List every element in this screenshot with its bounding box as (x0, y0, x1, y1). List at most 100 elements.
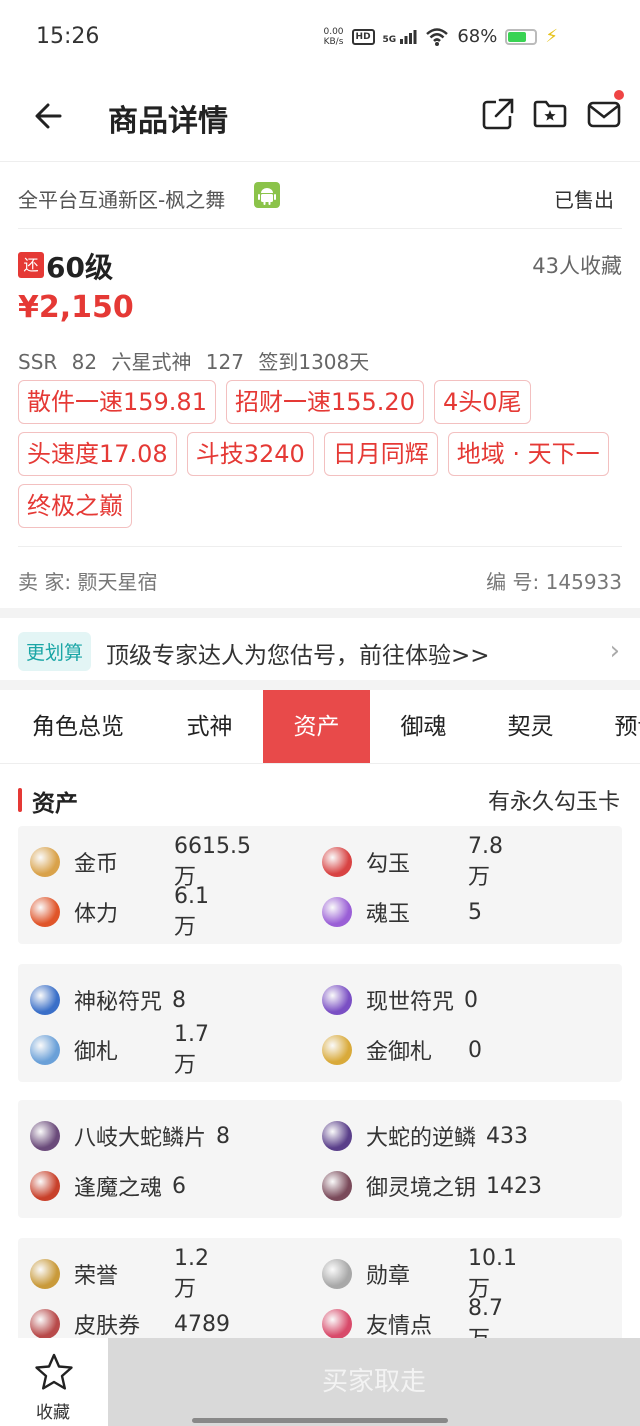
reverse-scale-icon (322, 1121, 352, 1151)
soul-jade-icon (322, 897, 352, 927)
mystery-charm-icon (30, 985, 60, 1015)
level-text: 60级 (46, 251, 113, 284)
net-speed: 0.00 KB/s (323, 27, 343, 47)
skin-ticket-icon (30, 1309, 60, 1339)
tab-shikigami[interactable]: 式神 (156, 690, 263, 763)
battery-percent: 68% (457, 26, 498, 47)
asset-item: 勋章 10.1万 (322, 1246, 517, 1302)
tab-preset[interactable]: 预设 (584, 690, 640, 763)
favorite-button[interactable]: 收藏 (0, 1338, 106, 1426)
asset-value: 5 (468, 899, 482, 925)
message-icon (587, 101, 621, 128)
bottom-bar: 收藏 买家取走 (0, 1338, 640, 1426)
honor-icon (30, 1259, 60, 1289)
amulet-icon (30, 1035, 60, 1065)
demon-soul-icon (30, 1171, 60, 1201)
coin-icon (30, 847, 60, 877)
medal-icon (322, 1259, 352, 1289)
seller-label: 卖 家: (18, 570, 72, 594)
asset-value: 7.8万 (468, 833, 503, 890)
seller-row: 卖 家: 颢天星宿 编 号: 145933 (18, 566, 622, 595)
promo-badge: 更划算 (18, 632, 92, 671)
tab-assets[interactable]: 资产 (263, 690, 370, 763)
divider (18, 228, 622, 229)
back-button[interactable] (30, 96, 70, 136)
asset-label: 御灵境之钥 (366, 1176, 477, 1201)
asset-item: 御札 1.7万 (30, 1022, 209, 1078)
net-speed-unit: KB/s (323, 36, 344, 47)
asset-item: 大蛇的逆鳞 433 (322, 1118, 528, 1154)
signal-label: 5G (382, 34, 397, 45)
collection-button[interactable] (532, 96, 568, 132)
asset-item: 金御札 0 (322, 1032, 482, 1068)
back-arrow-icon (35, 103, 62, 129)
section-gap (0, 680, 640, 690)
tag-list: 散件一速159.81 招财一速155.20 4头0尾 头速度17.08 斗技32… (18, 380, 622, 528)
asset-label: 体力 (74, 902, 119, 927)
page-title: 商品详情 (108, 104, 228, 139)
asset-item: 八岐大蛇鳞片 8 (30, 1118, 230, 1154)
share-button[interactable] (480, 96, 516, 132)
tag: 地域 · 天下一 (447, 432, 609, 476)
tab-soul[interactable]: 御魂 (370, 690, 477, 763)
divider (18, 546, 622, 547)
header: 商品详情 (0, 72, 640, 162)
favorite-label: 收藏 (36, 1403, 70, 1423)
battery-level (508, 31, 527, 42)
level-row: 还 60级 43人收藏 (18, 246, 622, 286)
id-label: 编 号: (486, 570, 540, 594)
server-row: 全平台互通新区-枫之舞 已售出 (18, 180, 622, 220)
asset-value: 6615.5万 (174, 833, 251, 890)
asset-value: 6 (172, 1173, 187, 1199)
asset-label: 八岐大蛇鳞片 (74, 1126, 207, 1151)
asset-label: 友情点 (366, 1314, 433, 1339)
status-badge: 已售出 (554, 188, 614, 212)
asset-item: 金币 6615.5万 (30, 834, 251, 890)
asset-value: 8 (172, 987, 187, 1013)
asset-item: 友情点8.7万 (322, 1296, 503, 1352)
orochi-scale-icon (30, 1121, 60, 1151)
asset-item: 皮肤券 4789 (30, 1306, 230, 1342)
asset-label: 现世符咒 (366, 990, 455, 1015)
seller-name: 颢天星宿 (77, 570, 158, 594)
net-speed-value: 0.00 (323, 26, 344, 37)
tab-contract[interactable]: 契灵 (477, 690, 584, 763)
asset-item: 体力 6.1万 (30, 884, 209, 940)
wifi-icon (426, 27, 449, 46)
gold-amulet-icon (322, 1035, 352, 1065)
asset-item: 神秘符咒 8 (30, 982, 186, 1018)
notification-dot (614, 90, 624, 100)
stats-line: SSR 82 六星式神 127 签到1308天 (18, 350, 370, 374)
promo-text: 顶级专家达人为您估号，前往体验>> (106, 643, 490, 669)
tab-overview[interactable]: 角色总览 (0, 690, 156, 763)
asset-label: 皮肤券 (74, 1314, 141, 1339)
tag: 日月同辉 (323, 432, 438, 476)
asset-value: 1423 (486, 1173, 543, 1199)
chevron-right-icon: › (609, 636, 620, 666)
spirit-key-icon (322, 1171, 352, 1201)
asset-label: 勋章 (366, 1264, 411, 1289)
asset-value: 1.2万 (174, 1245, 209, 1302)
message-button[interactable] (586, 90, 624, 132)
promo-banner[interactable]: 更划算 顶级专家达人为您估号，前往体验>> › (0, 618, 640, 688)
price: ¥2,150 (18, 290, 134, 325)
server-name: 全平台互通新区-枫之舞 (18, 188, 226, 212)
status-bar: 15:26 0.00 KB/s HD 5G 68% ⚡ (0, 0, 640, 72)
asset-value: 8 (216, 1123, 231, 1149)
asset-item: 魂玉 5 (322, 894, 482, 930)
asset-label: 勾玉 (366, 852, 411, 877)
asset-value: 1.7万 (174, 1021, 209, 1078)
tag: 4头0尾 (433, 380, 531, 424)
hd-icon: HD (351, 28, 375, 45)
tag: 头速度17.08 (18, 432, 177, 476)
asset-card: 神秘符咒 8 现世符咒 0 御札 1.7万 金御札 0 (18, 964, 622, 1082)
asset-value: 6.1万 (174, 883, 209, 940)
status-icons: 0.00 KB/s HD 5G 68% ⚡ (323, 26, 558, 47)
asset-label: 金币 (74, 852, 119, 877)
favorite-count: 43人收藏 (532, 254, 622, 278)
asset-item: 逢魔之魂 6 (30, 1168, 186, 1204)
home-indicator (192, 1418, 448, 1423)
buy-button[interactable]: 买家取走 (108, 1338, 640, 1426)
asset-label: 御札 (74, 1040, 119, 1065)
share-icon (482, 98, 514, 130)
